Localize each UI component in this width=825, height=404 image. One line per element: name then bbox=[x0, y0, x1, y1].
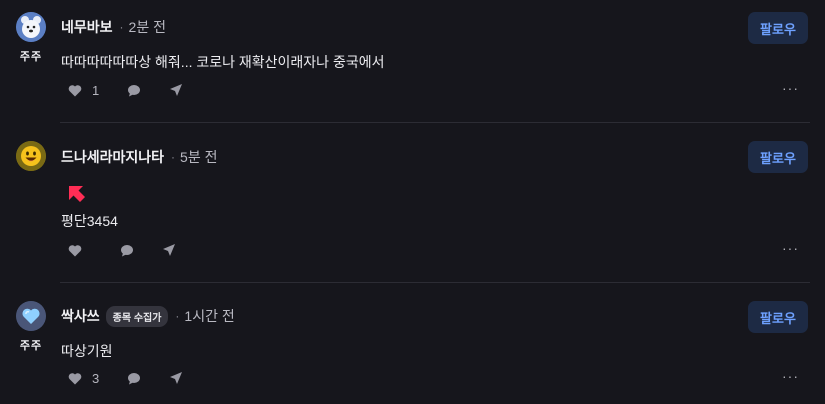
smiley-face-icon[interactable] bbox=[16, 141, 46, 171]
action-bar: 3 bbox=[68, 369, 183, 387]
timestamp: 5분 전 bbox=[180, 149, 218, 165]
comment-icon bbox=[128, 372, 141, 384]
follow-button[interactable]: 팔로우 bbox=[748, 141, 808, 173]
comment-header: 네무바보 · 2분 전 bbox=[61, 18, 166, 36]
comment-header: 싹사쓰 종목 수집가 · 1시간 전 bbox=[61, 305, 235, 327]
send-icon bbox=[170, 84, 183, 96]
heart-icon bbox=[68, 244, 82, 256]
comment-text: 따따따따따따상 해줘... 코로나 재확산이래자나 중국에서 bbox=[61, 54, 385, 70]
like-button[interactable] bbox=[68, 244, 92, 257]
heart-icon bbox=[68, 372, 82, 384]
comment-item: 주주 네무바보 · 2분 전 팔로우 따따따따따따상 해줘... 코로나 재확산… bbox=[0, 12, 825, 112]
bear-mascot-icon[interactable] bbox=[16, 12, 46, 42]
like-button[interactable]: 1 bbox=[68, 83, 99, 98]
more-options-button[interactable]: ··· bbox=[782, 368, 799, 384]
action-bar bbox=[68, 241, 176, 259]
comment-icon bbox=[121, 244, 133, 256]
heart-icon bbox=[68, 84, 82, 96]
separator-dot: · bbox=[119, 20, 124, 34]
more-options-button[interactable]: ··· bbox=[782, 80, 799, 96]
more-options-button[interactable]: ··· bbox=[782, 240, 799, 256]
shareholder-label: 주주 bbox=[19, 340, 43, 352]
comment-header: 드나세라마지나타 · 5분 전 bbox=[61, 148, 217, 166]
share-button[interactable] bbox=[169, 83, 183, 97]
separator-dot: · bbox=[171, 150, 176, 164]
collector-badge: 종목 수집가 bbox=[105, 305, 169, 327]
share-button[interactable] bbox=[162, 243, 176, 257]
like-count: 1 bbox=[92, 82, 100, 98]
action-bar: 1 bbox=[68, 81, 183, 99]
separator-dot: · bbox=[175, 309, 180, 323]
comment-text: 평단3454 bbox=[61, 213, 118, 229]
follow-button[interactable]: 팔로우 bbox=[748, 301, 808, 333]
author-name[interactable]: 드나세라마지나타 bbox=[61, 147, 164, 167]
follow-button[interactable]: 팔로우 bbox=[748, 12, 808, 44]
comment-text: 따상기원 bbox=[61, 343, 113, 359]
avatar-column bbox=[14, 141, 48, 171]
send-icon bbox=[163, 244, 175, 256]
divider bbox=[60, 282, 810, 283]
timestamp: 1시간 전 bbox=[184, 308, 235, 324]
avatar-column: 주주 bbox=[14, 301, 48, 353]
comment-icon bbox=[128, 84, 141, 96]
divider bbox=[60, 122, 810, 123]
like-count: 3 bbox=[92, 370, 100, 386]
like-button[interactable]: 3 bbox=[68, 371, 99, 386]
timestamp: 2분 전 bbox=[128, 19, 166, 35]
red-arrow-icon bbox=[69, 186, 85, 202]
comment-item: 주주 싹사쓰 종목 수집가 · 1시간 전 팔로우 따상기원 3 ··· bbox=[0, 301, 825, 401]
comment-feed: 주주 네무바보 · 2분 전 팔로우 따따따따따따상 해줘... 코로나 재확산… bbox=[0, 0, 825, 404]
author-name[interactable]: 네무바보 bbox=[61, 17, 113, 37]
send-icon bbox=[170, 372, 183, 384]
blue-heart-icon[interactable] bbox=[16, 301, 46, 331]
reply-button[interactable] bbox=[127, 372, 141, 385]
shareholder-label: 주주 bbox=[19, 51, 43, 63]
avatar-column: 주주 bbox=[14, 12, 48, 64]
share-button[interactable] bbox=[169, 371, 183, 385]
reply-button[interactable] bbox=[120, 244, 134, 257]
author-name[interactable]: 싹사쓰 bbox=[61, 306, 100, 326]
reply-button[interactable] bbox=[127, 84, 141, 97]
comment-item: 드나세라마지나타 · 5분 전 팔로우 평단3454 ··· bbox=[0, 141, 825, 266]
